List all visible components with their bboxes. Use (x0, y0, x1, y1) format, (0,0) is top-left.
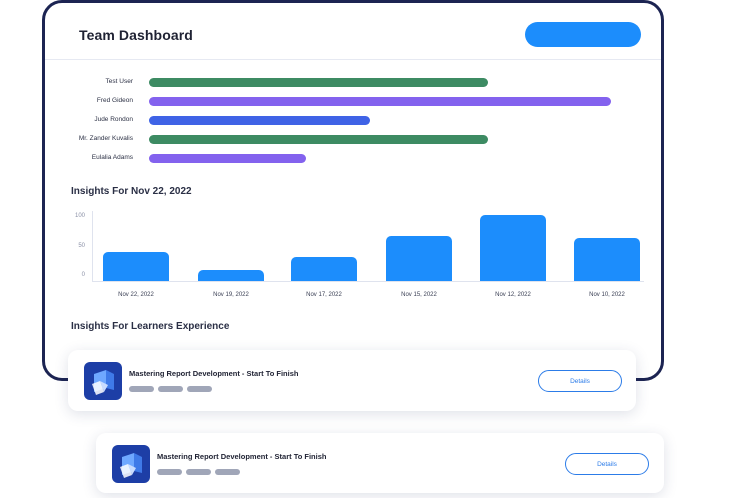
x-tick-label: Nov 17, 2022 (306, 292, 342, 298)
x-tick-label: Nov 10, 2022 (589, 292, 625, 298)
user-progress-bar (149, 154, 306, 163)
team-dashboard-panel: Team Dashboard Test User Fred Gideon Jud… (42, 0, 664, 381)
course-title: Mastering Report Development - Start To … (129, 369, 299, 378)
details-button[interactable]: Details (565, 453, 649, 475)
x-tick-label: Nov 12, 2022 (495, 292, 531, 298)
chart-bar (103, 252, 169, 281)
chart-bar (198, 270, 264, 281)
tag-pill (158, 386, 183, 392)
page-title: Team Dashboard (79, 27, 193, 43)
y-tick-label: 0 (81, 272, 85, 278)
user-progress-bar (149, 78, 488, 87)
course-title: Mastering Report Development - Start To … (157, 452, 327, 461)
tag-pill (157, 469, 182, 475)
y-tick-label: 50 (78, 243, 85, 249)
course-thumbnail-icon (112, 445, 150, 483)
user-progress-bar (149, 97, 611, 106)
x-tick-label: Nov 15, 2022 (401, 292, 437, 298)
user-name: Eulalia Adams (91, 154, 133, 161)
tag-pill (187, 386, 212, 392)
tag-pill (186, 469, 211, 475)
details-button[interactable]: Details (538, 370, 622, 392)
chart-bar (480, 215, 546, 281)
y-tick-label: 100 (74, 213, 85, 219)
dashboard-header: Team Dashboard (45, 3, 661, 60)
user-name: Test User (105, 78, 133, 85)
tag-pill (129, 386, 154, 392)
x-tick-label: Nov 19, 2022 (213, 292, 249, 298)
chart-bar (386, 236, 452, 281)
x-axis-line (92, 281, 644, 282)
course-card: Mastering Report Development - Start To … (68, 350, 636, 411)
y-axis-line (92, 211, 93, 281)
user-name: Jude Rondon (94, 116, 133, 123)
header-action-button[interactable] (525, 22, 641, 47)
chart-bar (574, 238, 640, 281)
tag-pill (215, 469, 240, 475)
user-name: Mr. Zander Kuvalis (78, 135, 133, 142)
user-name: Fred Gideon (96, 97, 133, 104)
course-card: Mastering Report Development - Start To … (96, 433, 664, 493)
x-tick-label: Nov 22, 2022 (118, 292, 154, 298)
course-thumbnail-icon (84, 362, 122, 400)
user-progress-bar (149, 116, 370, 125)
insights-title: Insights For Nov 22, 2022 (71, 186, 192, 197)
learners-title: Insights For Learners Experience (71, 321, 230, 332)
chart-bar (291, 257, 357, 281)
user-progress-bar (149, 135, 488, 144)
